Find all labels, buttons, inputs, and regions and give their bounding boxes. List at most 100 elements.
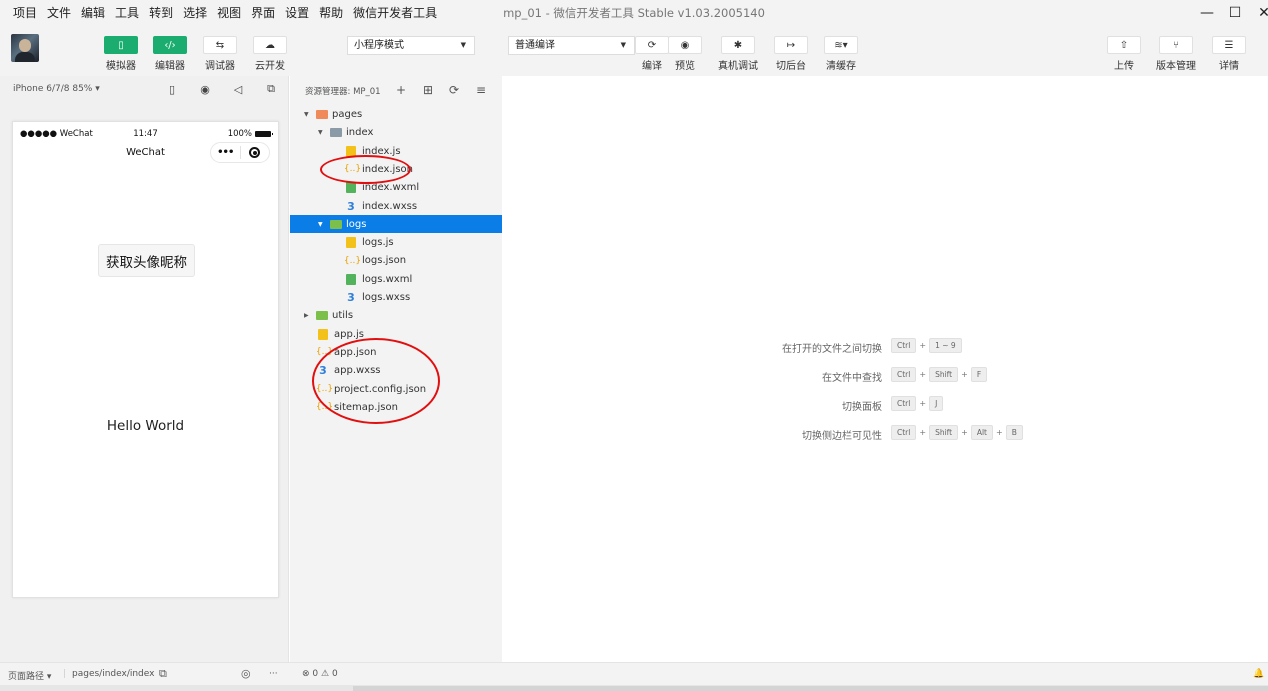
popout-icon[interactable]: ⧉ xyxy=(264,82,278,96)
tree-file[interactable]: logs.wxml xyxy=(290,270,502,288)
close-target-icon[interactable] xyxy=(241,147,270,158)
menu-item[interactable]: 工具 xyxy=(110,0,144,26)
bell-icon[interactable]: 🔔 xyxy=(1253,669,1264,679)
menu-item[interactable]: 项目 xyxy=(0,0,42,26)
tree-file[interactable]: {..} sitemap.json xyxy=(290,398,502,416)
caret-down-icon: ▼ xyxy=(460,41,466,49)
warning-count: 0 xyxy=(331,669,338,679)
device-select[interactable]: iPhone 6/7/8 85% ▾ xyxy=(13,84,100,94)
maximize-button[interactable]: ☐ xyxy=(1220,0,1250,26)
menu-item[interactable]: 界面 xyxy=(246,0,280,26)
json-file-icon: {..} xyxy=(343,164,362,175)
tree-file[interactable]: index.js xyxy=(290,142,502,160)
tree-file[interactable]: {..} index.json xyxy=(290,160,502,178)
tree-file[interactable]: 3 logs.wxss xyxy=(290,289,502,307)
horizontal-scrollbar[interactable] xyxy=(0,685,1268,691)
code-icon: ‹/› xyxy=(153,36,187,54)
scrollbar-thumb[interactable] xyxy=(353,686,1268,691)
record-icon[interactable]: ◉ xyxy=(198,82,212,96)
eye-icon: ◉ xyxy=(668,36,702,54)
phone-screen: ●●●●● WeChat 11:47 100% WeChat ••• 获取头像昵… xyxy=(12,121,279,598)
menu-item[interactable]: 文件 xyxy=(42,0,76,26)
real-device-debug-label: 真机调试 xyxy=(718,61,758,72)
expand-arrow-icon[interactable]: ▼ xyxy=(318,129,323,136)
expand-arrow-icon[interactable]: ▼ xyxy=(304,111,309,118)
tree-file[interactable]: {..} app.json xyxy=(290,343,502,361)
details-button[interactable]: ☰ 详情 xyxy=(1209,36,1249,72)
minimize-button[interactable]: — xyxy=(1192,0,1222,26)
tree-folder[interactable]: ▼ index xyxy=(290,124,502,142)
close-button[interactable]: ✕ xyxy=(1249,0,1268,26)
version-button[interactable]: ⑂ 版本管理 xyxy=(1156,36,1196,72)
file-explorer: 资源管理器: MP_01 + ⊞ ⟳ ≡ ▼ pages ▼ index index.j… xyxy=(290,76,502,662)
menu-item[interactable]: 视图 xyxy=(212,0,246,26)
tree-file[interactable]: 3 app.wxss xyxy=(290,362,502,380)
folder-icon xyxy=(316,311,328,321)
preview-button[interactable]: ◉ 预览 xyxy=(665,36,705,72)
more-dots-icon[interactable]: ••• xyxy=(211,147,240,158)
menu-item[interactable]: 选择 xyxy=(178,0,212,26)
tree-folder[interactable]: ▼ logs xyxy=(290,215,502,234)
menu-item[interactable]: 设置 xyxy=(280,0,314,26)
tree-file[interactable]: app.js xyxy=(290,325,502,343)
simulator-panel: iPhone 6/7/8 85% ▾ ▯ ◉ ◁ ⧉ ●●●●● WeChat … xyxy=(0,76,289,662)
refresh-icon[interactable]: ⟳ xyxy=(447,83,461,97)
eye-icon[interactable]: ◎ xyxy=(241,667,251,680)
editor-label: 编辑器 xyxy=(155,61,185,72)
menu-item[interactable]: 帮助 xyxy=(314,0,348,26)
copy-icon[interactable]: ⧉ xyxy=(159,667,167,681)
collapse-icon[interactable]: ≡ xyxy=(474,83,488,97)
battery-percent: 100% xyxy=(227,129,252,139)
cloud-button[interactable]: ☁ 云开发 xyxy=(250,36,290,72)
tree-folder[interactable]: ▼ pages xyxy=(290,106,502,124)
page-path-label[interactable]: 页面路径 ▾ xyxy=(8,669,51,682)
real-device-debug-button[interactable]: ✱ 真机调试 xyxy=(718,36,758,72)
json-file-icon: {..} xyxy=(315,384,334,394)
tree-item-label: index.js xyxy=(362,145,401,157)
menu-icon: ☰ xyxy=(1212,36,1246,54)
menu-item[interactable]: 转到 xyxy=(144,0,178,26)
upload-label: 上传 xyxy=(1114,61,1134,72)
tree-file[interactable]: {..} project.config.json xyxy=(290,380,502,398)
add-file-icon[interactable]: + xyxy=(394,83,408,97)
avatar[interactable] xyxy=(11,34,39,62)
tree-file[interactable]: {..} logs.json xyxy=(290,252,502,270)
layers-icon: ≋▾ xyxy=(824,36,858,54)
tree-file[interactable]: index.wxml xyxy=(290,179,502,197)
collapse-arrow-icon[interactable]: ▶ xyxy=(304,312,309,319)
wxss-file-icon: 3 xyxy=(347,199,355,213)
folder-icon xyxy=(330,219,342,229)
debugger-button[interactable]: ⇆ 调试器 xyxy=(200,36,240,72)
tree-item-label: app.js xyxy=(334,328,364,340)
get-avatar-nickname-button[interactable]: 获取头像昵称 xyxy=(98,244,195,277)
caret-down-icon: ▼ xyxy=(620,41,626,49)
expand-arrow-icon[interactable]: ▼ xyxy=(318,221,323,228)
shortcut-row: 切换侧边栏可见性 Ctrl + Shift + Alt + B xyxy=(502,425,1268,442)
shortcut-keys: Ctrl + J xyxy=(891,396,944,411)
clear-cache-button[interactable]: ≋▾ 清缓存 xyxy=(821,36,861,72)
error-icon: ⊗ xyxy=(302,669,310,679)
add-folder-icon[interactable]: ⊞ xyxy=(421,83,435,97)
wxss-file-icon: 3 xyxy=(319,364,327,378)
key-cap: F xyxy=(970,367,988,382)
more-icon[interactable]: ··· xyxy=(269,669,278,679)
editor-button[interactable]: ‹/› 编辑器 xyxy=(150,36,190,72)
tree-item-label: index xyxy=(346,127,374,139)
background-button[interactable]: ↦ 切后台 xyxy=(771,36,811,72)
shortcut-label: 在打开的文件之间切换 xyxy=(782,344,882,355)
tree-folder[interactable]: ▶ utils xyxy=(290,307,502,325)
mode-select[interactable]: 小程序模式 ▼ xyxy=(347,36,475,55)
simulator-button[interactable]: ▯ 模拟器 xyxy=(101,36,141,72)
rotate-phone-icon[interactable]: ▯ xyxy=(165,82,179,96)
upload-button[interactable]: ⇧ 上传 xyxy=(1104,36,1144,72)
compile-mode-select[interactable]: 普通编译 ▼ xyxy=(508,36,635,55)
problems-indicator[interactable]: ⊗ 0 ⚠ 0 xyxy=(302,669,338,679)
menu-item[interactable]: 编辑 xyxy=(76,0,110,26)
tree-file[interactable]: logs.js xyxy=(290,234,502,252)
volume-icon[interactable]: ◁ xyxy=(231,82,245,96)
tree-file[interactable]: 3 index.wxss xyxy=(290,197,502,215)
toolbar: ▯ 模拟器 ‹/› 编辑器 ⇆ 调试器 ☁ 云开发 小程序模式 ▼ 普通编译 ▼… xyxy=(0,26,1268,76)
capsule-menu[interactable]: ••• xyxy=(210,142,270,163)
menu-item[interactable]: 微信开发者工具 xyxy=(348,0,442,26)
branch-icon: ⑂ xyxy=(1159,36,1193,54)
